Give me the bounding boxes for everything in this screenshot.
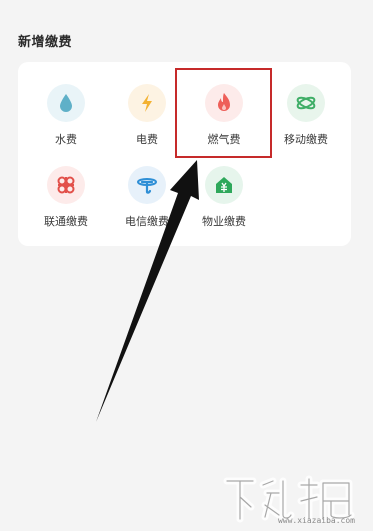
watermark-url: www.xiazaiba.com bbox=[277, 516, 355, 525]
tile-label: 联通缴费 bbox=[44, 215, 88, 228]
property-house-icon bbox=[205, 166, 243, 204]
tile-china-telecom[interactable]: 电信缴费 bbox=[107, 166, 187, 236]
lightning-icon bbox=[128, 84, 166, 122]
tile-label: 水费 bbox=[55, 133, 77, 146]
tile-label: 物业缴费 bbox=[202, 215, 246, 228]
china-telecom-logo-icon bbox=[128, 166, 166, 204]
tile-label: 电费 bbox=[136, 133, 158, 146]
tile-label: 移动缴费 bbox=[284, 133, 328, 146]
china-unicom-logo-icon bbox=[47, 166, 85, 204]
tile-china-mobile[interactable]: 移动缴费 bbox=[266, 84, 346, 154]
highlight-box bbox=[175, 68, 272, 158]
tile-water[interactable]: 水费 bbox=[26, 84, 106, 154]
tile-china-unicom[interactable]: 联通缴费 bbox=[26, 166, 106, 236]
tile-label: 电信缴费 bbox=[125, 215, 169, 228]
water-drop-icon bbox=[47, 84, 85, 122]
china-mobile-logo-icon bbox=[287, 84, 325, 122]
tile-property[interactable]: 物业缴费 bbox=[184, 166, 264, 236]
section-title: 新增缴费 bbox=[18, 35, 73, 50]
